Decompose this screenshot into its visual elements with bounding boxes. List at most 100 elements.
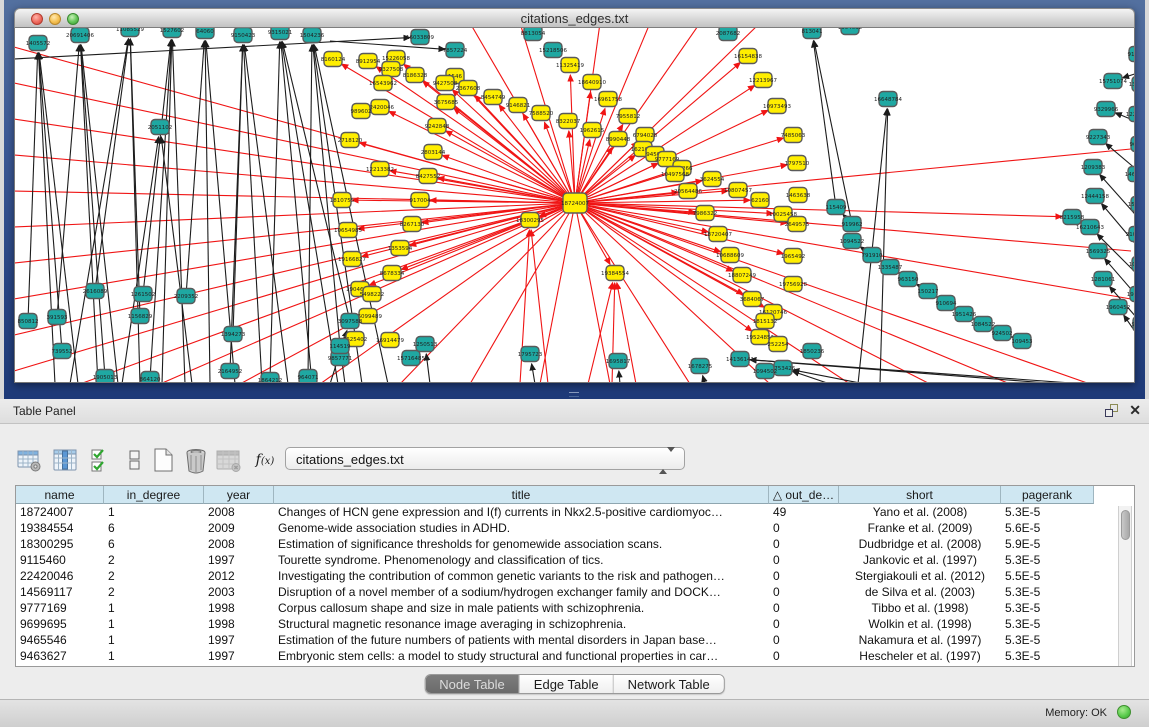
citation-network-graph[interactable]: 1872400727181201810755106549851916682719… [14,28,1135,382]
citation-edge-black[interactable] [880,109,888,382]
graph-node-label: 6794028 [633,133,658,139]
citation-edge-black[interactable] [122,137,159,382]
table-cell: 18300295 [16,536,104,552]
citation-edge-black[interactable] [186,41,204,296]
table-row[interactable]: 1456911722003Disruption of a novel membe… [16,584,1134,600]
graph-node-label: 1864212 [258,378,283,382]
network-canvas[interactable]: 1872400727181201810755106549851916682719… [14,28,1135,383]
citation-edge-black[interactable] [39,53,62,351]
citation-edge-black[interactable] [308,45,312,377]
citation-edge-black[interactable] [281,42,312,382]
graph-node-label: 15716485 [397,356,425,362]
citation-edge-black[interactable] [1123,69,1135,78]
citation-edge-black[interactable] [426,354,430,382]
citation-edge-red[interactable] [575,28,600,203]
scrollbar-thumb[interactable] [1121,510,1130,540]
column-header-in-degree[interactable]: in_degree [104,486,204,504]
table-selector-value: citations_edges.txt [296,452,404,467]
column-header-short[interactable]: short [839,486,1001,504]
graph-node-label: 62160 [751,198,769,204]
citation-edge-black[interactable] [858,109,887,382]
float-panel-icon[interactable] [1105,404,1120,418]
table-cell: 0 [769,520,839,536]
citation-edge-black[interactable] [28,53,38,321]
graph-node-label: 924502 [992,331,1013,337]
table-cell: 5.3E-5 [1001,648,1094,664]
citation-edge-black[interactable] [172,40,185,382]
graph-node-label: 16914479 [376,338,404,344]
citation-edge-red[interactable] [588,283,613,382]
show-column-icon[interactable] [52,446,78,474]
graph-node-label: 1463821 [1125,172,1135,178]
citation-edge-black[interactable] [244,45,262,382]
citation-edge-black[interactable] [70,39,128,382]
table-settings-icon[interactable] [16,446,42,474]
row-height-icon[interactable] [122,446,148,474]
citation-edge-black[interactable] [57,45,79,317]
citation-edge-black[interactable] [270,42,280,380]
select-columns-icon[interactable] [88,446,114,474]
table-row[interactable]: 2242004622012Investigating the contribut… [16,568,1134,584]
column-header-pagerank[interactable]: pagerank [1001,486,1094,504]
column-header-name[interactable]: name [16,486,104,504]
graph-node-label: 1463638 [786,193,811,199]
citation-edge-red[interactable] [14,203,575,263]
table-cell: 5.9E-5 [1001,536,1094,552]
table-row[interactable]: 1938455462009Genome-wide association stu… [16,520,1134,536]
table-cell: Structural magnetic resonance image aver… [274,616,769,632]
citation-edge-red[interactable] [570,75,575,203]
function-builder-icon[interactable]: f(x) [252,446,278,474]
table-cell: Estimation of significance thresholds fo… [274,536,769,552]
column-header-out-de-[interactable]: △ out_de… [769,486,839,504]
citation-edge-black[interactable] [703,376,705,382]
tab-node-table[interactable]: Node Table [425,675,520,693]
table-selector-dropdown[interactable]: citations_edges.txt [285,447,685,470]
citation-edge-black[interactable] [205,41,210,382]
table-cell: 2 [104,552,204,568]
graph-node-label: 1850236 [800,349,825,355]
citation-edge-black[interactable] [143,40,171,294]
table-row[interactable]: 1830029562008Estimation of significance … [16,536,1134,552]
tab-network-table[interactable]: Network Table [614,675,724,693]
table-row[interactable]: 1872400712008Changes of HCN gene express… [16,504,1134,520]
graph-node-label: 14136141 [726,357,754,363]
citation-edge-black[interactable] [244,45,288,382]
table-row[interactable]: 946362711997Embryonic stem cells: a mode… [16,648,1134,664]
citation-edge-red[interactable] [575,203,1090,382]
delete-icon[interactable] [183,446,209,474]
citation-edge-black[interactable] [793,370,865,382]
graph-node-label: 114519 [330,344,351,350]
citation-edge-black[interactable] [81,45,105,377]
graph-node-label: 1281061 [1091,277,1116,283]
graph-node-label: 1795723 [518,352,543,358]
close-panel-icon[interactable]: ✕ [1129,402,1141,418]
table-row[interactable]: 946554611997Estimation of the future num… [16,632,1134,648]
table-row[interactable]: 977716911998Corpus callosum shape and si… [16,600,1134,616]
citation-edge-black[interactable] [38,53,55,382]
citation-edge-black[interactable] [619,371,620,382]
citation-edge-black[interactable] [81,45,98,382]
column-header-year[interactable]: year [204,486,274,504]
network-window-titlebar[interactable]: citations_edges.txt [14,8,1135,28]
citation-edge-black[interactable] [150,40,171,379]
tab-edge-table[interactable]: Edge Table [520,675,614,693]
table-panel-header: Table Panel ✕ [0,399,1149,424]
citation-edge-black[interactable] [230,45,243,371]
graph-node-label: 1527602 [160,28,185,34]
table-vertical-scrollbar[interactable] [1118,506,1132,666]
citation-edge-black[interactable] [814,41,852,224]
new-file-icon[interactable] [150,446,176,474]
citation-edge-black[interactable] [813,41,836,207]
table-row[interactable]: 969969511998Structural magnetic resonanc… [16,616,1134,632]
graph-node-label: 18720407 [704,232,732,238]
citation-edge-black[interactable] [95,39,129,291]
graph-node-label: 3097588 [338,319,363,325]
citation-edge-black[interactable] [532,364,535,382]
table-cell: Investigating the contribution of common… [274,568,769,584]
left-frame-strip [0,0,4,399]
panel-splitter-handle[interactable] [569,392,579,397]
citation-edge-black[interactable] [39,53,78,382]
table-row[interactable]: 911546021997Tourette syndrome. Phenomeno… [16,552,1134,568]
citation-edge-black[interactable] [81,45,118,382]
column-header-title[interactable]: title [274,486,769,504]
